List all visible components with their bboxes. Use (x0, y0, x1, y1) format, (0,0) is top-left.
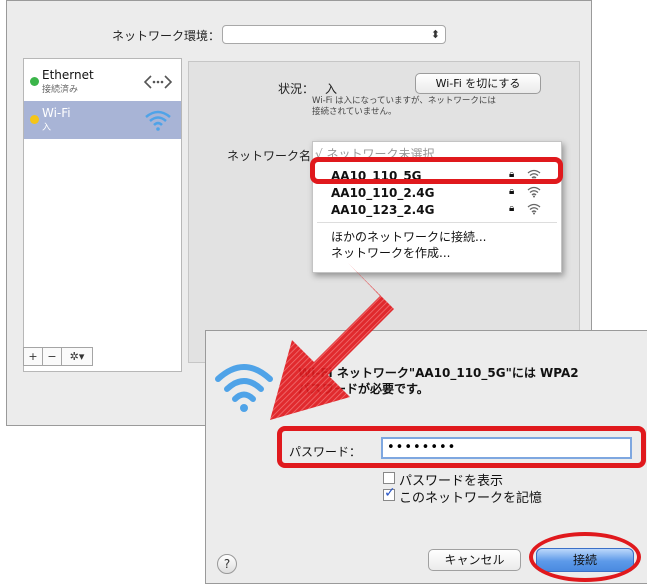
instruction-arrow-icon (270, 263, 394, 420)
